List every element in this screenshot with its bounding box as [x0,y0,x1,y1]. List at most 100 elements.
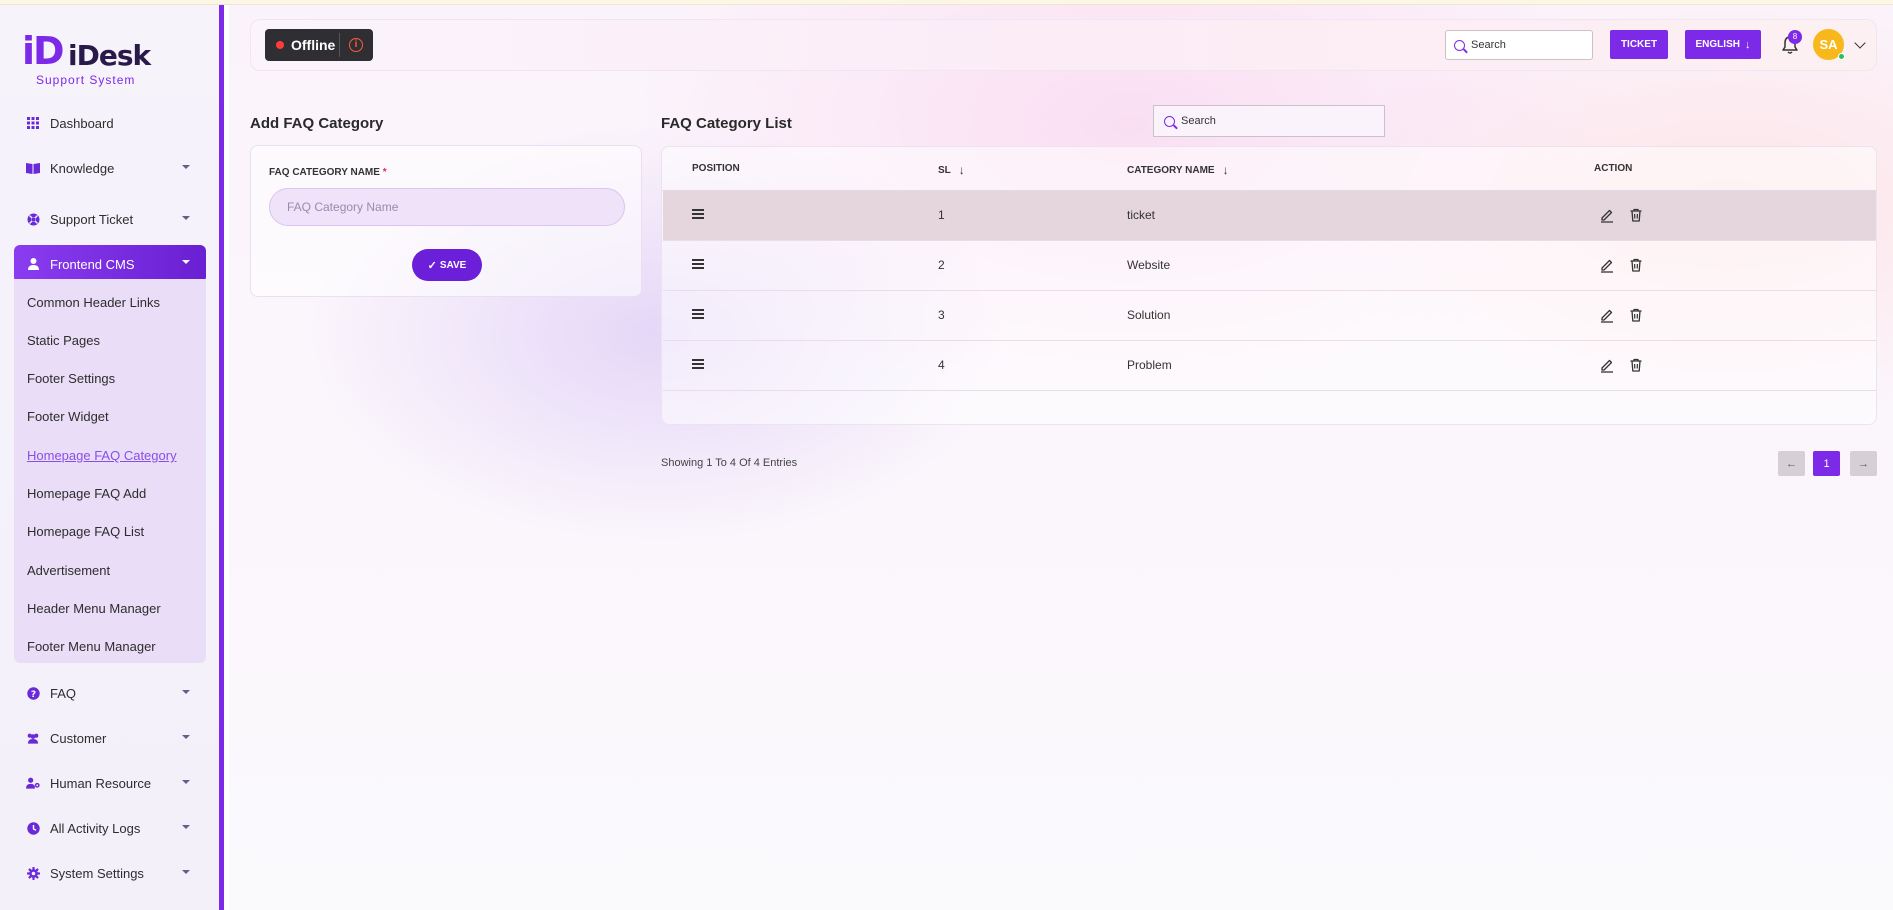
drag-handle-icon[interactable] [692,309,704,319]
chevron-down-icon [182,780,190,784]
sidebar-item-label: Knowledge [50,160,115,176]
sidebar-item-all-activity-logs[interactable]: All Activity Logs [14,810,206,846]
logo-mark: iD [22,29,65,73]
cell-sl: 1 [938,208,945,222]
submenu-item-footer-settings[interactable]: Footer Settings [27,371,115,386]
cell-category-name: Website [1127,258,1171,272]
arrow-down-icon: ↓ [1744,38,1751,51]
language-label: ENGLISH [1695,39,1740,50]
logo[interactable]: iD iDesk Support System [22,29,172,89]
add-faq-category-card: FAQ CATEGORY NAME * ✓ SAVE [250,145,642,297]
sidebar-item-support-ticket[interactable]: Support Ticket [14,201,206,237]
save-button[interactable]: ✓ SAVE [412,249,482,281]
book-icon [26,161,40,175]
submenu-item-common-header-links[interactable]: Common Header Links [27,295,160,310]
sidebar-item-label: Customer [50,730,107,746]
trash-icon[interactable] [1628,207,1644,223]
faq-category-list-title: FAQ Category List [661,115,792,132]
submenu-item-homepage-faq-category[interactable]: Homepage FAQ Category [27,448,177,463]
search-icon [1454,39,1465,51]
faq-category-name-label: FAQ CATEGORY NAME * [269,167,387,178]
column-action: ACTION [1594,163,1633,174]
chevron-down-icon[interactable] [1854,37,1866,49]
column-position: POSITION [692,163,740,174]
sidebar-item-label: Human Resource [50,775,152,791]
gear-icon [26,866,40,880]
faq-category-name-input[interactable] [269,188,625,226]
trash-icon[interactable] [1628,307,1644,323]
faq-category-table: POSITION SL ↓ CATEGORY NAME ↓ ACTION 1 ti… [661,146,1877,425]
submenu-item-footer-menu-manager[interactable]: Footer Menu Manager [27,639,156,654]
header-search-input[interactable] [1465,39,1592,51]
sidebar-item-human-resource[interactable]: Human Resource [14,765,206,801]
submenu-item-advertisement[interactable]: Advertisement [27,563,110,578]
sidebar-item-label: All Activity Logs [50,820,141,836]
chevron-down-icon [182,735,190,739]
table-row[interactable]: 3 Solution [663,291,1876,341]
sidebar-item-faq[interactable]: ? FAQ [14,675,206,711]
entries-info: Showing 1 To 4 Of 4 Entries [661,457,798,469]
sidebar-item-label: Support Ticket [50,211,134,227]
submenu-item-homepage-faq-list[interactable]: Homepage FAQ List [27,524,144,539]
sidebar-item-knowledge[interactable]: Knowledge [14,150,206,186]
submenu-item-static-pages[interactable]: Static Pages [27,333,100,348]
user-gear-icon [26,776,40,790]
sidebar-item-label: Dashboard [50,115,114,131]
cell-category-name: Solution [1127,308,1171,322]
submenu-item-header-menu-manager[interactable]: Header Menu Manager [27,601,161,616]
sidebar-item-system-settings[interactable]: System Settings [14,855,206,891]
drag-handle-icon[interactable] [692,359,704,369]
sidebar-item-frontend-cms[interactable]: Frontend CMS [14,245,206,283]
sidebar-item-label: Frontend CMS [50,256,135,272]
drag-handle-icon[interactable] [692,259,704,269]
status-toggle[interactable]: Offline i [265,29,373,61]
clock-icon [26,821,40,835]
chevron-down-icon [182,216,190,220]
sidebar-item-label: FAQ [50,685,77,701]
edit-icon[interactable] [1599,307,1615,323]
sort-arrow-icon: ↓ [958,163,965,177]
language-button[interactable]: ENGLISH ↓ [1685,30,1761,59]
trash-icon[interactable] [1628,357,1644,373]
table-search [1153,105,1385,137]
table-row[interactable]: 1 ticket [663,191,1876,241]
edit-icon[interactable] [1599,257,1615,273]
edit-icon[interactable] [1599,357,1615,373]
question-circle-icon: ? [26,686,40,700]
chevron-down-icon [182,260,190,264]
next-page-button[interactable]: → [1850,451,1877,476]
drag-handle-icon[interactable] [692,209,704,219]
edit-icon[interactable] [1599,207,1615,223]
chevron-down-icon [182,690,190,694]
users-icon [26,731,40,745]
user-icon [26,257,40,271]
svg-text:?: ? [30,690,35,700]
ticket-button[interactable]: TICKET [1610,30,1668,59]
trash-icon[interactable] [1628,257,1644,273]
sidebar-item-customer[interactable]: Customer [14,720,206,756]
notification-badge: 8 [1788,30,1802,44]
column-category-name[interactable]: CATEGORY NAME ↓ [1127,163,1229,177]
header-search [1445,30,1593,60]
required-mark: * [382,167,387,178]
submenu-item-footer-widget[interactable]: Footer Widget [27,409,109,424]
column-sl[interactable]: SL ↓ [938,163,965,177]
info-icon[interactable]: i [349,38,363,52]
prev-page-button[interactable]: ← [1778,451,1805,476]
online-status-dot [1838,53,1845,60]
add-faq-category-title: Add FAQ Category [250,115,384,132]
status-label: Offline [291,37,336,53]
table-search-input[interactable] [1175,115,1384,127]
cell-sl: 2 [938,258,945,272]
grid-icon [26,116,40,130]
page-button-current[interactable]: 1 [1813,451,1840,476]
table-row[interactable]: 4 Problem [663,341,1876,391]
sidebar-item-dashboard[interactable]: Dashboard [14,105,206,141]
table-header: POSITION SL ↓ CATEGORY NAME ↓ ACTION [662,147,1876,191]
cell-category-name: Problem [1127,358,1172,372]
status-dot [276,41,284,49]
logo-tagline: Support System [36,73,136,87]
submenu-item-homepage-faq-add[interactable]: Homepage FAQ Add [27,486,146,501]
table-row[interactable]: 2 Website [663,241,1876,291]
cell-category-name: ticket [1127,208,1156,222]
